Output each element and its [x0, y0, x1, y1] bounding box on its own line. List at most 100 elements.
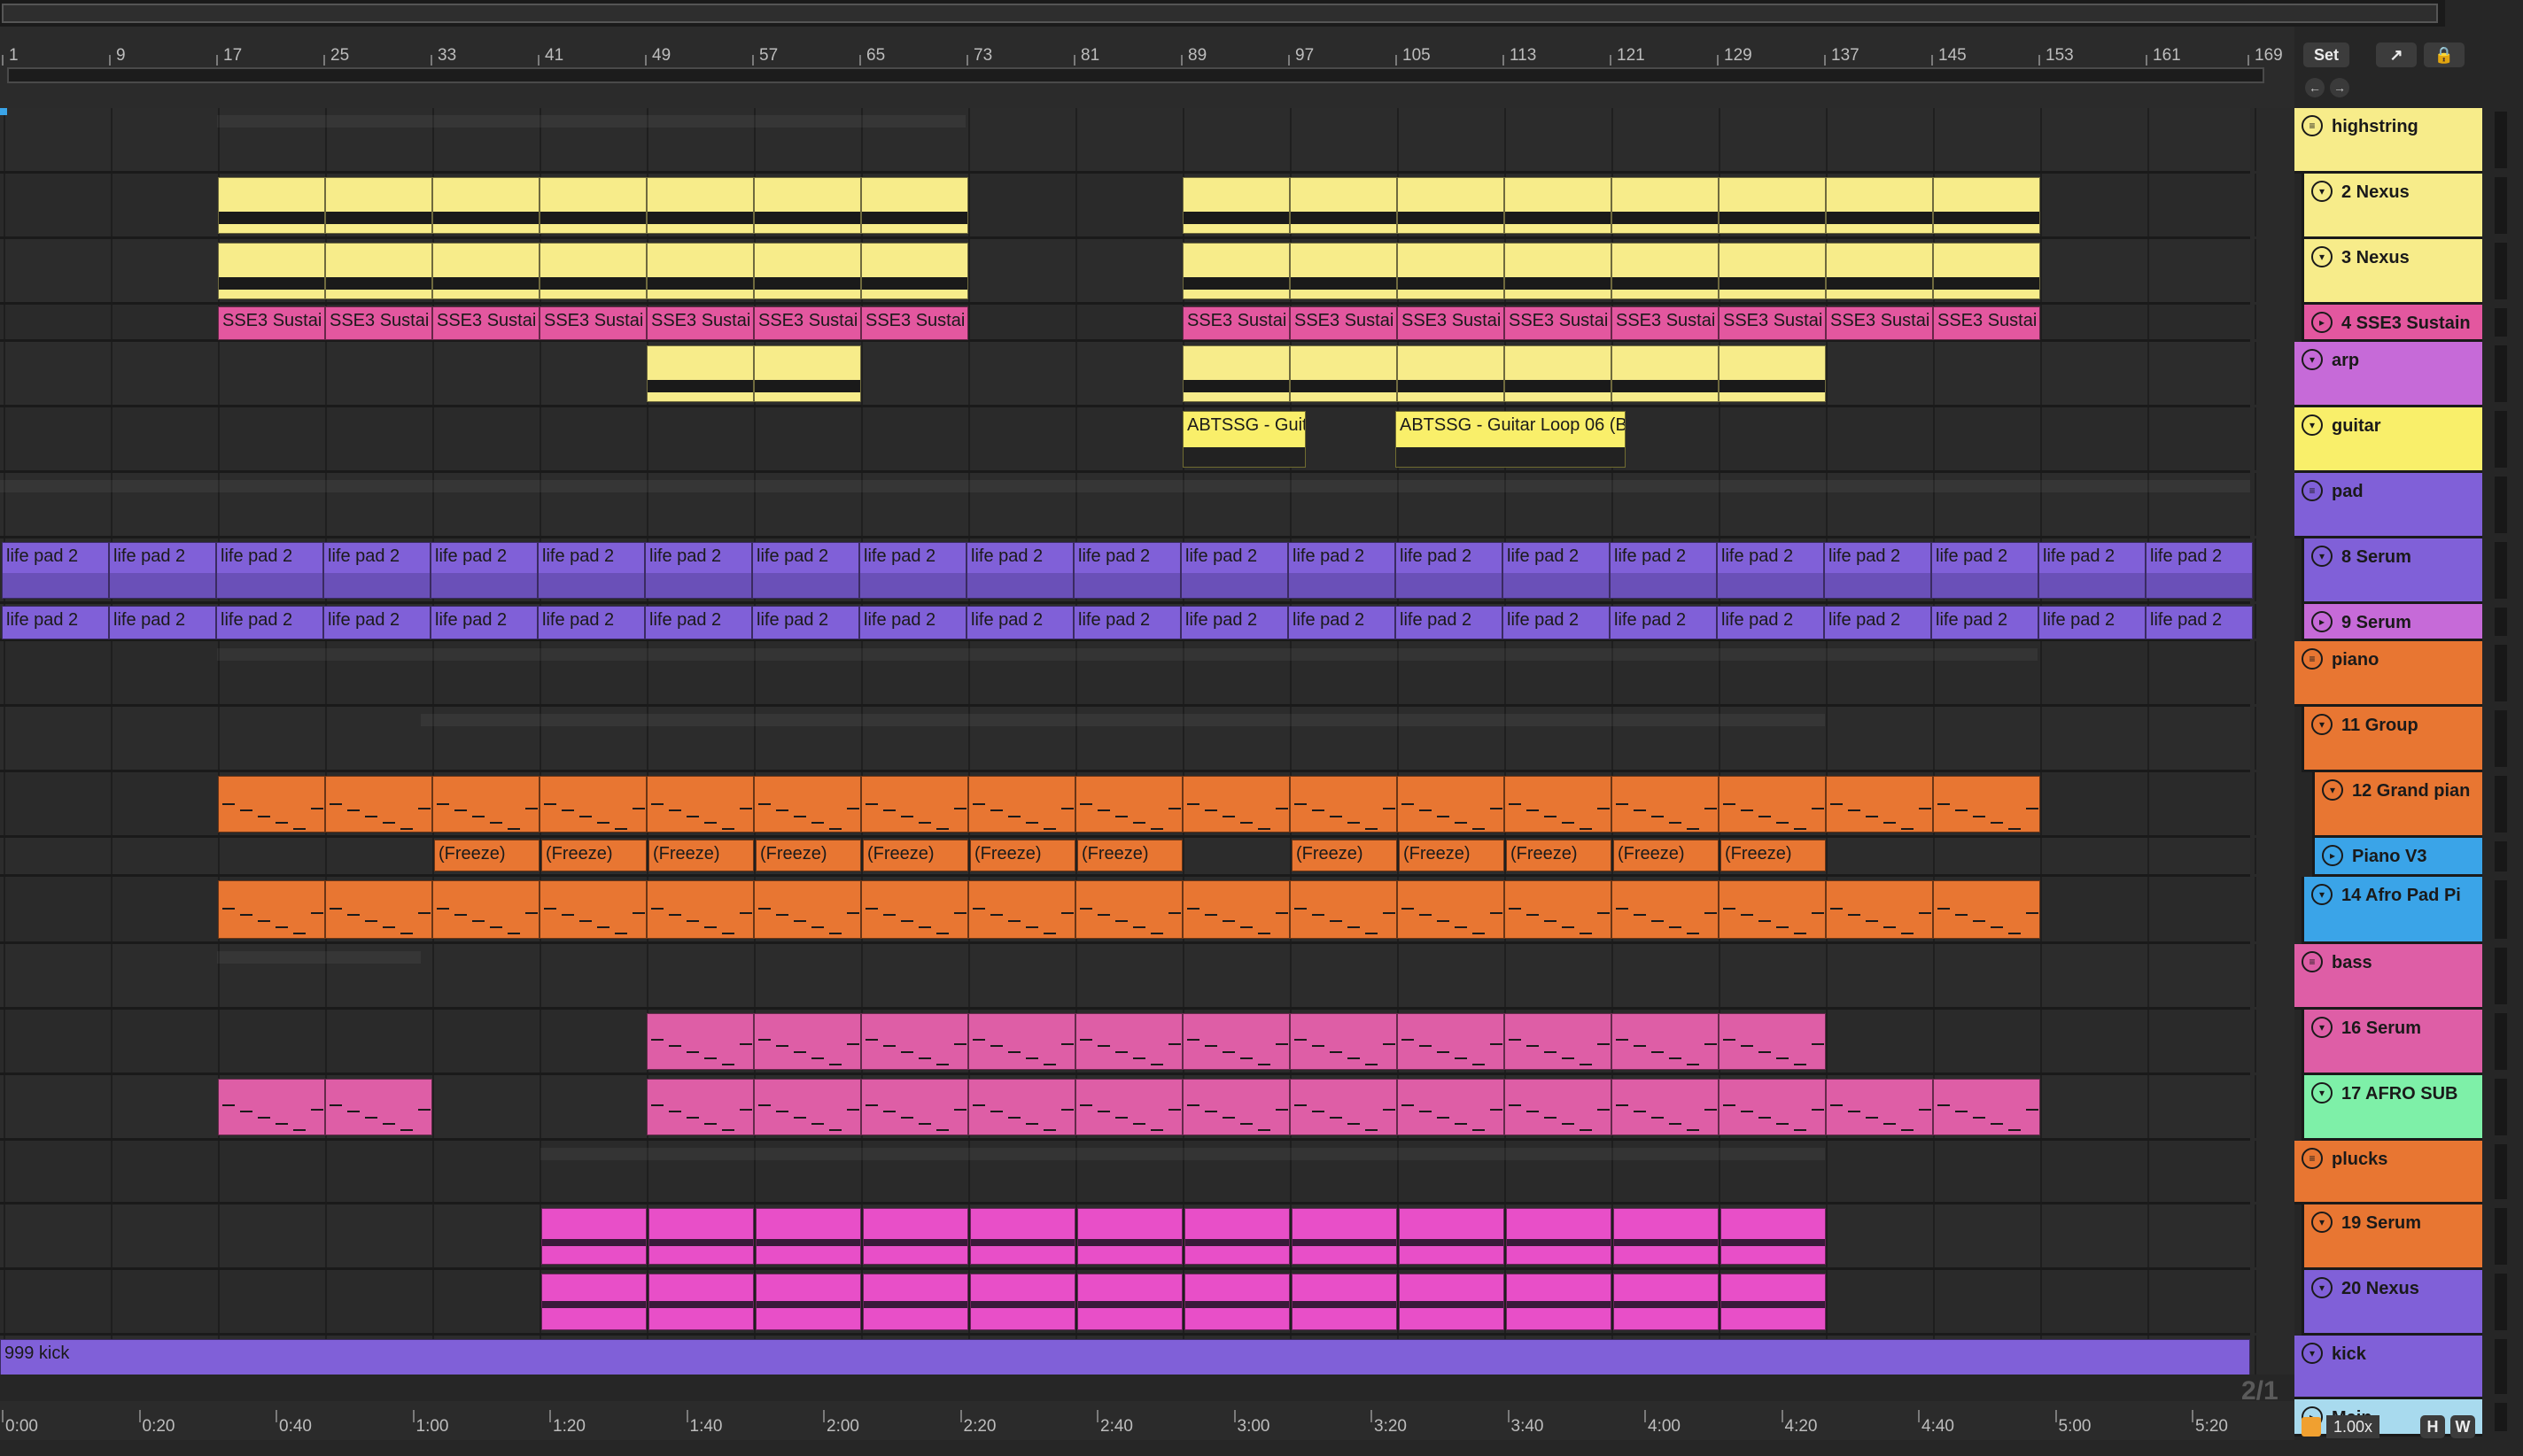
- clip[interactable]: [541, 1208, 647, 1265]
- clip[interactable]: [1183, 880, 1290, 939]
- clip[interactable]: [647, 345, 754, 402]
- track-header[interactable]: ▾ 16 Serum: [2302, 1010, 2482, 1075]
- clip[interactable]: [970, 1274, 1075, 1330]
- clip[interactable]: [1399, 1208, 1504, 1265]
- clip[interactable]: [1504, 776, 1611, 833]
- clip[interactable]: [1183, 776, 1290, 833]
- clip[interactable]: (Freeze): [970, 840, 1075, 871]
- clip[interactable]: [1933, 880, 2040, 939]
- clip[interactable]: [432, 776, 540, 833]
- clip[interactable]: [754, 243, 861, 299]
- clip[interactable]: (Freeze): [1720, 840, 1826, 871]
- clip[interactable]: [1183, 1079, 1290, 1135]
- follow-icon[interactable]: [2302, 1417, 2321, 1437]
- clip[interactable]: [1290, 177, 1397, 234]
- clip[interactable]: [1397, 1079, 1504, 1135]
- clip[interactable]: [968, 1079, 1075, 1135]
- track-lane[interactable]: [0, 342, 2256, 407]
- loop-brace[interactable]: [7, 67, 2264, 83]
- clip[interactable]: ABTSSG - Guitar Loop: [1183, 411, 1306, 468]
- clip[interactable]: life pad 2: [323, 606, 431, 639]
- clip[interactable]: [540, 880, 647, 939]
- clip[interactable]: [648, 1208, 754, 1265]
- clip[interactable]: [1075, 776, 1183, 833]
- clip[interactable]: [1826, 177, 1933, 234]
- clip[interactable]: life pad 2: [1181, 606, 1288, 639]
- clip[interactable]: life pad 2: [1395, 542, 1502, 599]
- clip[interactable]: [325, 1079, 432, 1135]
- clip[interactable]: life pad 2: [752, 542, 859, 599]
- clip[interactable]: [540, 243, 647, 299]
- clip[interactable]: [968, 776, 1075, 833]
- arrangement-view[interactable]: SSE3 Sustai SSE3 Sustai SSE3 Sustai SSE3 Su…: [0, 108, 2294, 1375]
- clip[interactable]: (Freeze): [541, 840, 647, 871]
- clip[interactable]: [1290, 1079, 1397, 1135]
- clip[interactable]: [218, 1079, 325, 1135]
- group-icon[interactable]: ≡: [2302, 1148, 2323, 1169]
- clip[interactable]: [325, 177, 432, 234]
- clip[interactable]: [541, 1274, 647, 1330]
- clip[interactable]: [1292, 1274, 1397, 1330]
- play-icon[interactable]: ▸: [2311, 611, 2333, 632]
- clip[interactable]: SSE3 Sustai: [1290, 306, 1397, 340]
- clip[interactable]: [756, 1208, 861, 1265]
- clip[interactable]: [1290, 1013, 1397, 1070]
- w-button[interactable]: W: [2450, 1415, 2475, 1438]
- clip[interactable]: [432, 880, 540, 939]
- clip[interactable]: life pad 2: [2146, 606, 2253, 639]
- group-icon[interactable]: ≡: [2302, 115, 2323, 136]
- clip[interactable]: [754, 880, 861, 939]
- clip[interactable]: life pad 2: [2146, 542, 2253, 599]
- clip[interactable]: [861, 1013, 968, 1070]
- clip[interactable]: [1826, 243, 1933, 299]
- clip[interactable]: [1720, 1208, 1826, 1265]
- track-header[interactable]: ▾ kick: [2294, 1336, 2482, 1399]
- clip[interactable]: [1292, 1208, 1397, 1265]
- clip[interactable]: life pad 2: [967, 606, 1074, 639]
- clip[interactable]: SSE3 Sustai: [325, 306, 432, 340]
- clip[interactable]: [218, 776, 325, 833]
- clip[interactable]: [1397, 177, 1504, 234]
- clip[interactable]: [1504, 243, 1611, 299]
- clip[interactable]: [861, 177, 968, 234]
- clip[interactable]: [540, 776, 647, 833]
- track-header[interactable]: ▾ arp: [2294, 342, 2482, 407]
- track-header[interactable]: ≡ bass: [2294, 944, 2482, 1010]
- clip[interactable]: life pad 2: [645, 606, 752, 639]
- clip[interactable]: life pad 2: [216, 542, 323, 599]
- clip[interactable]: [647, 177, 754, 234]
- track-header[interactable]: ≡ highstring: [2294, 108, 2482, 174]
- clip[interactable]: [1613, 1208, 1719, 1265]
- clip[interactable]: life pad 2: [1824, 606, 1931, 639]
- clip[interactable]: [218, 880, 325, 939]
- clip[interactable]: life pad 2: [967, 542, 1074, 599]
- clip[interactable]: life pad 2: [1502, 606, 1610, 639]
- group-icon[interactable]: ≡: [2302, 648, 2323, 670]
- clip[interactable]: [861, 880, 968, 939]
- clip[interactable]: [1611, 243, 1719, 299]
- clip[interactable]: [1397, 880, 1504, 939]
- clip[interactable]: [1290, 880, 1397, 939]
- clip[interactable]: [1719, 345, 1826, 402]
- clip[interactable]: (Freeze): [1077, 840, 1183, 871]
- clip[interactable]: [968, 1013, 1075, 1070]
- clip[interactable]: [1397, 243, 1504, 299]
- clip[interactable]: SSE3 Sustai: [1183, 306, 1290, 340]
- clip[interactable]: life pad 2: [859, 606, 967, 639]
- clip[interactable]: life pad 2: [2038, 542, 2146, 599]
- chevron-down-icon[interactable]: ▾: [2311, 246, 2333, 267]
- clip[interactable]: life pad 2: [1717, 542, 1824, 599]
- clip[interactable]: [754, 1013, 861, 1070]
- clip[interactable]: SSE3 Sustai: [540, 306, 647, 340]
- clip[interactable]: [1504, 177, 1611, 234]
- clip[interactable]: [1504, 1013, 1611, 1070]
- clip[interactable]: life pad 2: [1717, 606, 1824, 639]
- clip[interactable]: SSE3 Sustai: [432, 306, 540, 340]
- clip[interactable]: life pad 2: [431, 542, 538, 599]
- clip[interactable]: [648, 1274, 754, 1330]
- chevron-down-icon[interactable]: ▾: [2311, 1082, 2333, 1104]
- clip[interactable]: life pad 2: [1931, 542, 2038, 599]
- play-icon[interactable]: ▸: [2311, 312, 2333, 333]
- clip[interactable]: [861, 1079, 968, 1135]
- clip[interactable]: (Freeze): [1613, 840, 1719, 871]
